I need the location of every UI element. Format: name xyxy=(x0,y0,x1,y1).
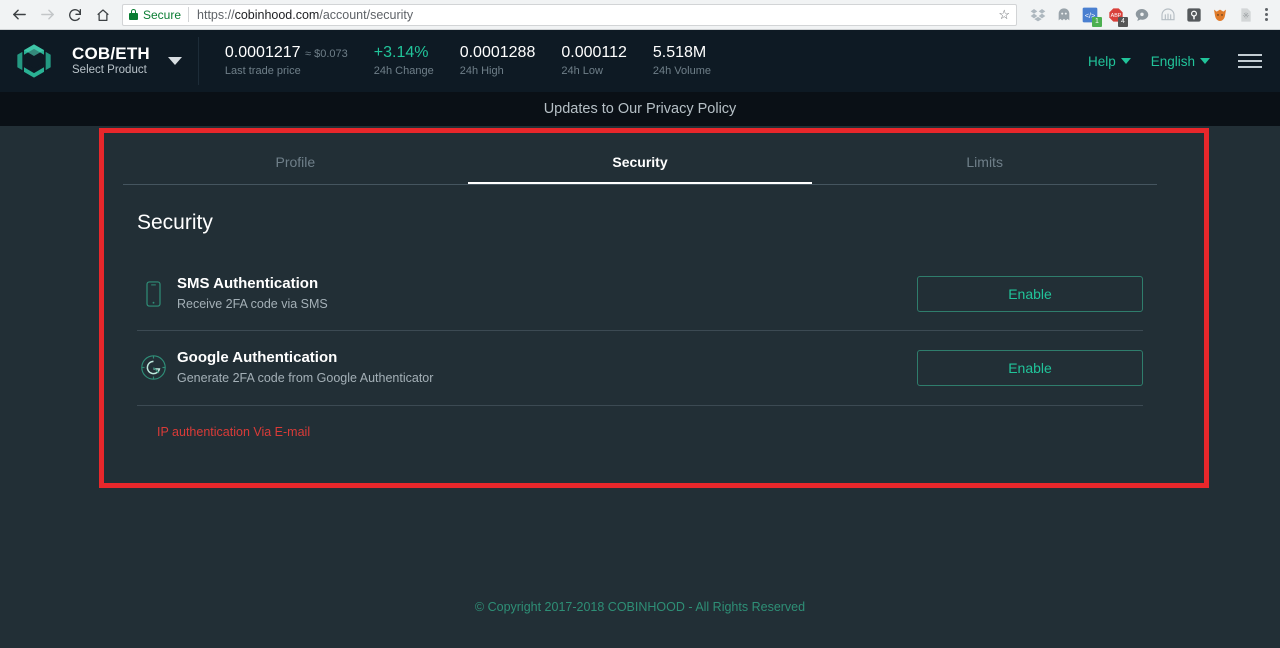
url-host: cobinhood.com xyxy=(234,7,320,22)
security-methods-list: SMS Authentication Receive 2FA code via … xyxy=(137,257,1143,441)
privacy-banner-text: Updates to Our Privacy Policy xyxy=(543,101,737,117)
url-path: /account/security xyxy=(319,7,414,22)
account-panel: Profile Security Limits Security SMS Aut… xyxy=(123,126,1157,441)
omnibox-divider xyxy=(188,7,190,22)
stat-last-trade-price: 0.0001217 ≈ $0.073 Last trade price xyxy=(225,43,348,79)
browser-toolbar: Secure https://cobinhood.com/account/sec… xyxy=(0,0,1280,30)
enable-sms-button[interactable]: Enable xyxy=(917,275,1143,312)
help-menu[interactable]: Help xyxy=(1088,54,1131,69)
stat-value: 0.0001217 xyxy=(224,43,301,61)
tab-limits[interactable]: Limits xyxy=(812,144,1157,184)
tab-security[interactable]: Security xyxy=(468,144,813,184)
secure-label: Secure xyxy=(143,7,182,22)
dropbox-extension-icon[interactable] xyxy=(1029,6,1047,24)
code-extension-icon[interactable]: </> 1 xyxy=(1081,6,1102,27)
stat-value: +3.14% xyxy=(373,43,429,61)
back-arrow-icon[interactable] xyxy=(6,2,32,28)
footer: © Copyright 2017-2018 COBINHOOD - All Ri… xyxy=(0,600,1280,614)
hamburger-menu-icon[interactable] xyxy=(1238,54,1262,68)
ip-authentication-link[interactable]: IP authentication Via E-mail xyxy=(157,425,310,439)
google-authenticator-icon xyxy=(137,354,169,381)
help-label: Help xyxy=(1087,53,1116,69)
address-bar[interactable]: Secure https://cobinhood.com/account/sec… xyxy=(122,3,1017,26)
copyright-text: © Copyright 2017-2018 COBINHOOD - All Ri… xyxy=(474,600,806,614)
stat-24h-low: 0.000112 24h Low xyxy=(561,43,627,79)
chevron-down-icon xyxy=(1120,58,1131,64)
svg-text:※: ※ xyxy=(1243,11,1250,20)
ghostery-extension-icon[interactable] xyxy=(1055,6,1073,24)
tabs-divider xyxy=(123,184,1157,185)
stat-label: 24h Low xyxy=(561,64,603,77)
phone-icon xyxy=(137,280,169,307)
keeper-extension-icon[interactable] xyxy=(1185,6,1203,24)
page-title: Security xyxy=(137,211,213,234)
tab-profile[interactable]: Profile xyxy=(123,144,468,184)
stat-24h-change: +3.14% 24h Change xyxy=(374,43,434,79)
stat-value: 0.000112 xyxy=(561,43,627,61)
chat-extension-icon[interactable] xyxy=(1133,6,1151,24)
method-description: Generate 2FA code from Google Authentica… xyxy=(177,370,434,385)
pair-name: COB/ETH xyxy=(72,43,150,63)
stat-label: 24h High xyxy=(459,64,504,77)
method-description: Receive 2FA code via SMS xyxy=(177,296,328,311)
stat-value: 0.0001288 xyxy=(459,43,536,61)
account-tabs: Profile Security Limits xyxy=(123,144,1157,184)
tab-label: Profile xyxy=(275,154,316,170)
product-selector[interactable]: COB/ETH Select Product xyxy=(72,37,199,85)
extension-toolbar: </> 1 ABP 4 ※ xyxy=(1025,6,1255,27)
google-authentication-row: Google Authentication Generate 2FA code … xyxy=(137,331,1143,406)
forward-arrow-icon xyxy=(34,2,60,28)
wallet-extension-icon[interactable] xyxy=(1159,6,1177,24)
fox-extension-icon[interactable] xyxy=(1211,6,1229,24)
chevron-down-icon[interactable] xyxy=(167,57,182,65)
home-icon[interactable] xyxy=(90,2,116,28)
stat-label: 24h Volume xyxy=(652,64,711,77)
reload-icon[interactable] xyxy=(62,2,88,28)
stat-label: Last trade price xyxy=(224,64,301,77)
privacy-policy-banner[interactable]: Updates to Our Privacy Policy xyxy=(0,92,1280,126)
language-menu[interactable]: English xyxy=(1151,54,1210,69)
adblock-plus-extension-icon[interactable]: ABP 4 xyxy=(1107,6,1128,27)
active-tab-underline xyxy=(467,182,813,184)
language-label: English xyxy=(1150,53,1195,69)
pdf-extension-icon[interactable]: ※ xyxy=(1237,6,1255,24)
code-extension-badge: 1 xyxy=(1092,16,1102,27)
app-header: COB/ETH Select Product 0.0001217 ≈ $0.07… xyxy=(0,30,1280,92)
sms-authentication-row: SMS Authentication Receive 2FA code via … xyxy=(137,257,1143,332)
stat-label: 24h Change xyxy=(373,64,434,77)
stat-approx: ≈ $0.073 xyxy=(305,47,348,60)
lock-icon xyxy=(129,9,138,20)
pair-subtitle: Select Product xyxy=(72,64,147,77)
url-scheme: https:// xyxy=(197,7,235,22)
star-icon[interactable]: ☆ xyxy=(998,8,1010,21)
stat-24h-high: 0.0001288 24h High xyxy=(460,43,536,79)
three-dot-menu-icon[interactable] xyxy=(1257,8,1274,21)
stat-value: 5.518M xyxy=(652,43,707,61)
method-title: SMS Authentication xyxy=(177,275,319,292)
enable-google-auth-button[interactable]: Enable xyxy=(917,349,1143,386)
tab-label: Limits xyxy=(966,154,1003,170)
adblock-extension-badge: 4 xyxy=(1118,16,1128,27)
header-actions: Help English xyxy=(1088,54,1280,69)
stat-24h-volume: 5.518M 24h Volume xyxy=(653,43,711,79)
method-title: Google Authentication xyxy=(177,349,338,367)
tab-label: Security xyxy=(612,154,668,170)
chevron-down-icon xyxy=(1200,58,1210,64)
cobinhood-logo-icon[interactable] xyxy=(14,41,54,81)
